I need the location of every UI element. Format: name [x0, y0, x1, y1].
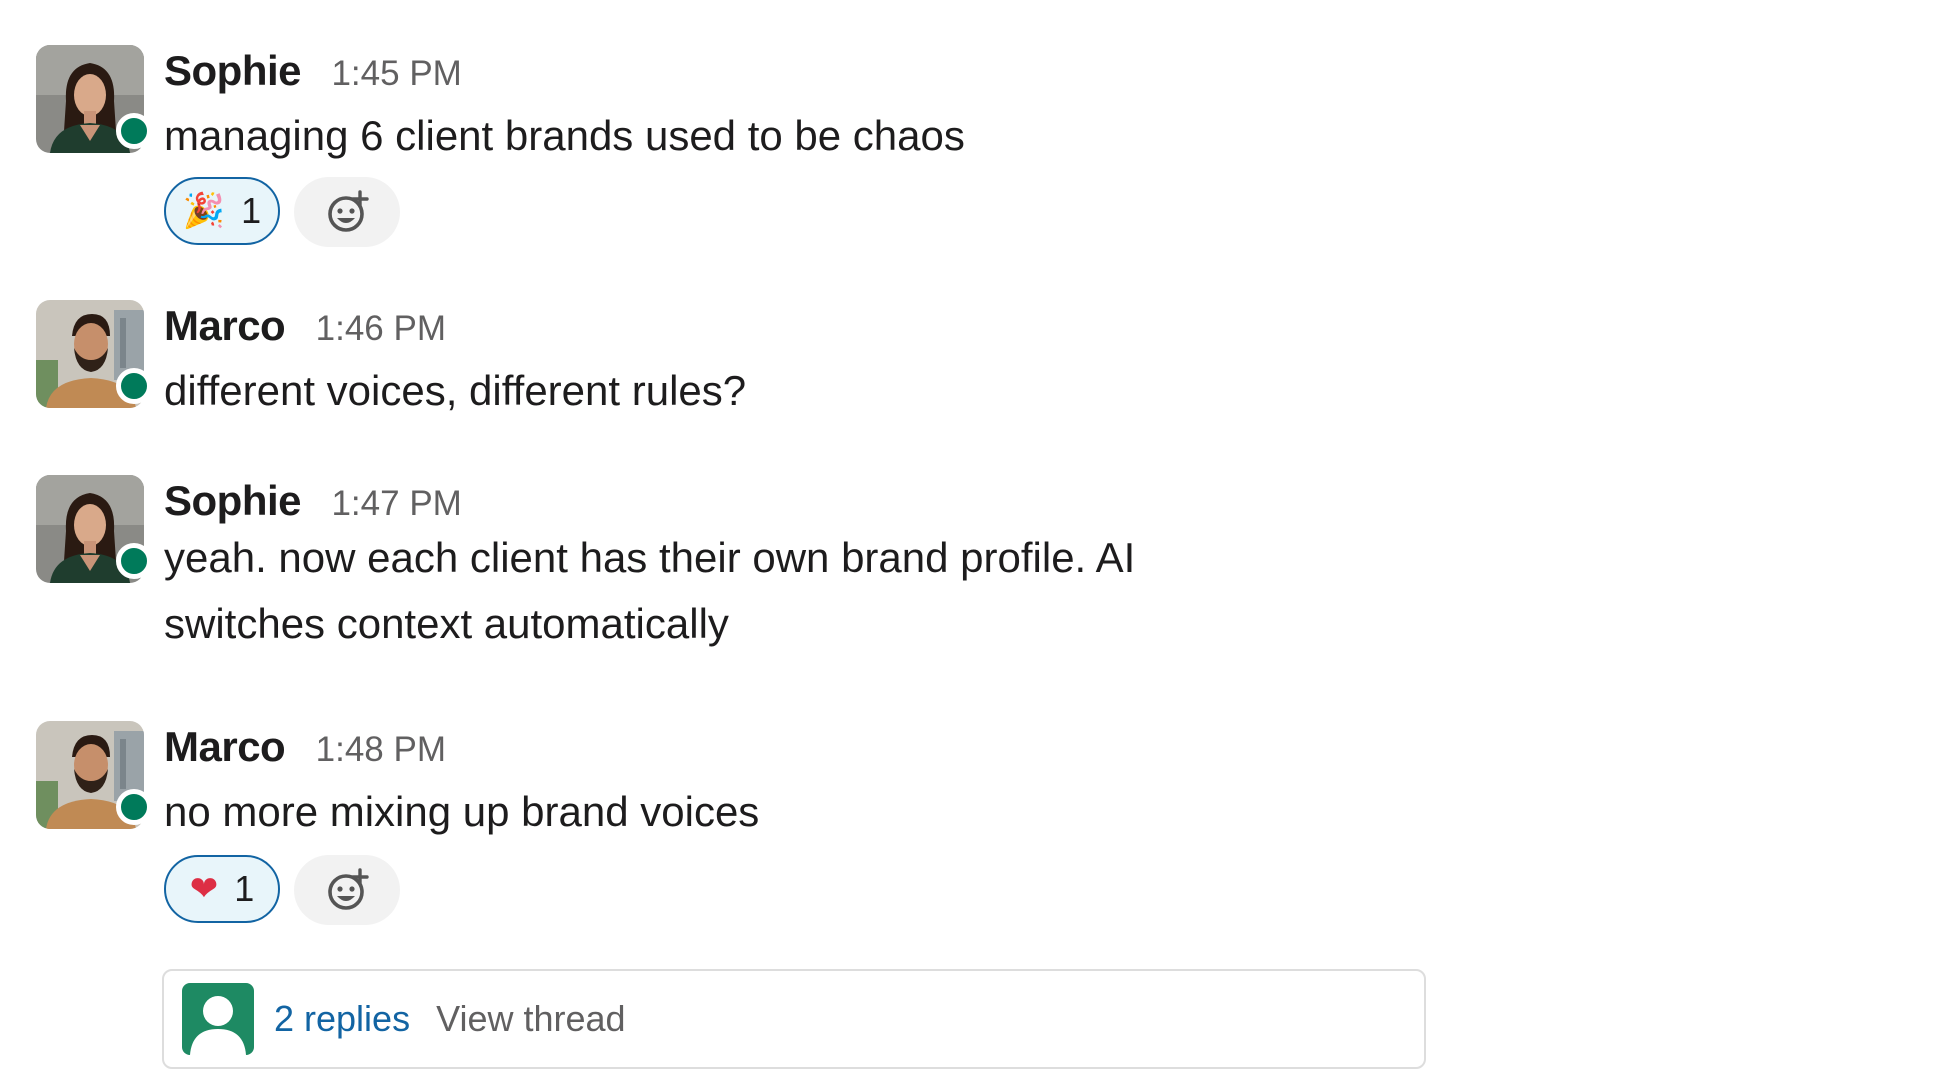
message-text-line: yeah. now each client has their own bran… — [164, 534, 1136, 581]
message-header: Sophie 1:47 PM — [164, 477, 462, 525]
message-text: managing 6 client brands used to be chao… — [164, 112, 965, 159]
party-popper-icon: 🎉 — [182, 191, 226, 231]
message: Sophie 1:45 PM managing 6 client brands … — [36, 45, 1436, 255]
replies-link[interactable]: 2 replies — [274, 998, 410, 1040]
message: Marco 1:48 PM no more mixing up brand vo… — [36, 721, 1436, 1071]
add-reaction-button[interactable] — [294, 855, 400, 925]
add-reaction-icon — [328, 868, 369, 910]
author-name[interactable]: Sophie — [164, 477, 302, 524]
thread-summary[interactable]: 2 replies View thread — [162, 969, 1426, 1069]
online-status-icon — [116, 368, 152, 404]
author-name[interactable]: Sophie — [164, 47, 302, 94]
timestamp[interactable]: 1:47 PM — [331, 484, 461, 523]
reaction-bar: ❤ 1 — [164, 855, 400, 925]
author-name[interactable]: Marco — [164, 302, 286, 349]
default-user-avatar — [182, 983, 254, 1055]
message-text: no more mixing up brand voices — [164, 788, 760, 835]
message-header: Marco 1:48 PM — [164, 723, 446, 771]
online-status-icon — [116, 543, 152, 579]
reaction-party-popper[interactable]: 🎉 1 — [164, 177, 280, 245]
add-reaction-icon — [328, 190, 369, 232]
view-thread-link[interactable]: View thread — [436, 998, 625, 1040]
message-text: different voices, different rules? — [164, 367, 747, 414]
add-reaction-button[interactable] — [294, 177, 400, 247]
red-heart-icon: ❤ — [189, 869, 219, 909]
message-header: Marco 1:46 PM — [164, 302, 446, 350]
reaction-bar: 🎉 1 — [164, 177, 400, 247]
reaction-count: 1 — [241, 190, 262, 231]
message-header: Sophie 1:45 PM — [164, 47, 462, 95]
timestamp[interactable]: 1:45 PM — [331, 54, 461, 93]
message: Marco 1:46 PM different voices, differen… — [36, 300, 1436, 420]
message-text-line: switches context automatically — [164, 600, 729, 647]
online-status-icon — [116, 113, 152, 149]
author-name[interactable]: Marco — [164, 723, 286, 770]
reaction-count: 1 — [234, 868, 255, 909]
reaction-red-heart[interactable]: ❤ 1 — [164, 855, 280, 923]
timestamp[interactable]: 1:48 PM — [316, 730, 446, 769]
online-status-icon — [116, 789, 152, 825]
message-feed: Sophie 1:45 PM managing 6 client brands … — [0, 0, 1940, 1069]
timestamp[interactable]: 1:46 PM — [316, 309, 446, 348]
message: Sophie 1:47 PM yeah. now each client has… — [36, 475, 1436, 655]
